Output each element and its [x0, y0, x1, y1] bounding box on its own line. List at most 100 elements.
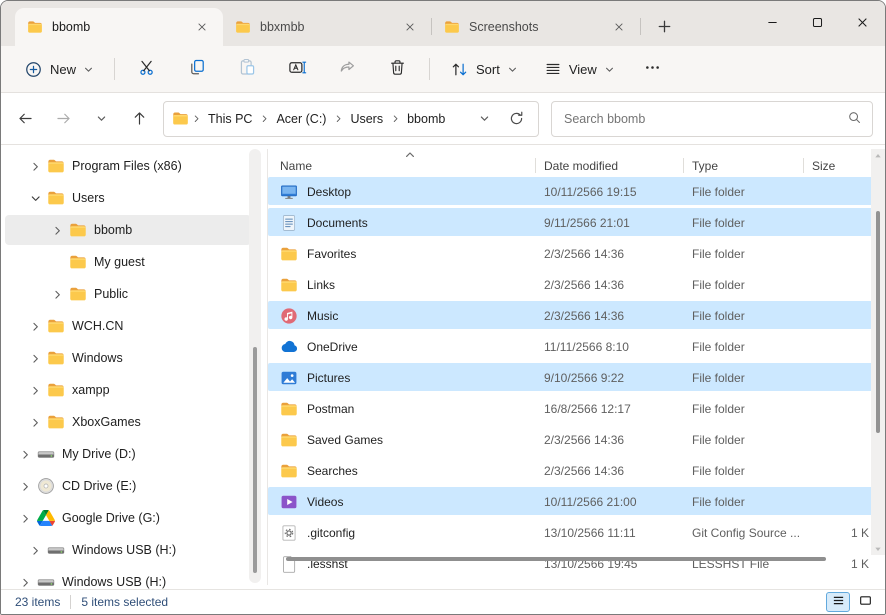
chevron-right-icon[interactable]: [17, 513, 33, 524]
plus-circle-icon: [24, 60, 43, 79]
breadcrumb-item-this-pc[interactable]: This PC: [201, 109, 259, 129]
file-row-links[interactable]: Links2/3/2566 14:36File folder: [268, 269, 885, 300]
sidebar-item-label: Windows USB (H:): [72, 543, 176, 557]
file-type: File folder: [684, 402, 804, 416]
recent-locations-button[interactable]: [83, 102, 119, 136]
file-type: File folder: [684, 278, 804, 292]
sidebar-scrollbar[interactable]: [249, 149, 261, 583]
refresh-button[interactable]: [502, 105, 530, 133]
chevron-right-icon[interactable]: [27, 161, 43, 172]
chevron-right-icon[interactable]: [27, 353, 43, 364]
chevron-right-icon[interactable]: [27, 417, 43, 428]
column-header-name[interactable]: Name: [268, 149, 536, 176]
chevron-right-icon[interactable]: [17, 577, 33, 588]
back-button[interactable]: [7, 102, 43, 136]
column-header-type[interactable]: Type: [684, 149, 804, 176]
delete-button[interactable]: [376, 51, 418, 87]
sidebar-item-xampp[interactable]: xampp: [5, 375, 251, 405]
file-row-videos[interactable]: Videos10/11/2566 21:00File folder: [268, 486, 885, 517]
sidebar-item-wch-cn[interactable]: WCH.CN: [5, 311, 251, 341]
sidebar-item-public[interactable]: Public: [5, 279, 251, 309]
file-type: File folder: [684, 371, 804, 385]
sidebar-item-windows[interactable]: Windows: [5, 343, 251, 373]
chevron-right-icon[interactable]: [17, 449, 33, 460]
up-button[interactable]: [121, 102, 157, 136]
chevron-right-icon[interactable]: [27, 321, 43, 332]
view-button[interactable]: View: [535, 51, 624, 87]
file-row-documents[interactable]: Documents9/11/2566 21:01File folder: [268, 207, 885, 238]
file-row-postman[interactable]: Postman16/8/2566 12:17File folder: [268, 393, 885, 424]
toolbar-divider: [114, 58, 115, 80]
see-more-button[interactable]: [632, 51, 674, 87]
sidebar-item-bbomb[interactable]: bbomb: [5, 215, 251, 245]
tab-bbxmbb[interactable]: bbxmbb: [223, 8, 431, 46]
file-row-onedrive[interactable]: OneDrive11/11/2566 8:10File folder: [268, 331, 885, 362]
new-button[interactable]: New: [15, 51, 103, 87]
file-row-searches[interactable]: Searches2/3/2566 14:36File folder: [268, 455, 885, 486]
file-type: File folder: [684, 309, 804, 323]
tab-close-icon[interactable]: [399, 16, 421, 38]
chevron-right-icon[interactable]: [49, 225, 65, 236]
file-type: File folder: [684, 464, 804, 478]
tab-close-icon[interactable]: [608, 16, 630, 38]
copy-button[interactable]: [176, 51, 218, 87]
forward-button[interactable]: [45, 102, 81, 136]
breadcrumb-chevron-icon: [259, 114, 269, 123]
file-row-music[interactable]: Music2/3/2566 14:36File folder: [268, 300, 885, 331]
column-separator[interactable]: [683, 158, 684, 173]
date-modified: 10/11/2566 21:00: [536, 495, 684, 509]
address-dropdown-button[interactable]: [470, 105, 498, 133]
close-button[interactable]: [840, 1, 885, 43]
tab-bbomb[interactable]: bbomb: [15, 8, 223, 46]
details-view-button[interactable]: [826, 592, 850, 612]
maximize-button[interactable]: [795, 1, 840, 43]
sidebar-item-my-guest[interactable]: My guest: [5, 247, 251, 277]
file-row-lesshst[interactable]: .lesshst13/10/2566 19:45LESSHST File1 K: [268, 548, 885, 579]
scroll-up-arrow[interactable]: [871, 149, 885, 162]
column-separator[interactable]: [535, 158, 536, 173]
address-bar[interactable]: This PC Acer (C:) Users bbomb: [163, 101, 539, 137]
column-header-date-modified[interactable]: Date modified: [536, 149, 684, 176]
chevron-down-icon: [83, 64, 94, 75]
share-button[interactable]: [326, 51, 368, 87]
sidebar-item-windows-usb-h[interactable]: Windows USB (H:): [5, 535, 251, 565]
paste-button[interactable]: [226, 51, 268, 87]
vertical-scrollbar-thumb[interactable]: [876, 211, 880, 433]
chevron-right-icon[interactable]: [49, 289, 65, 300]
file-row-pictures[interactable]: Pictures9/10/2566 9:22File folder: [268, 362, 885, 393]
sidebar-item-google-drive-g[interactable]: Google Drive (G:): [5, 503, 251, 533]
videos-icon: [280, 493, 298, 511]
chevron-down-icon[interactable]: [27, 193, 43, 204]
search-input[interactable]: [564, 112, 847, 126]
sort-button[interactable]: Sort: [441, 51, 527, 87]
sidebar-item-windows-usb-h[interactable]: Windows USB (H:): [5, 567, 251, 589]
sidebar-item-cd-drive-e[interactable]: CD Drive (E:): [5, 471, 251, 501]
column-separator[interactable]: [803, 158, 804, 173]
sidebar-scrollbar-thumb[interactable]: [253, 347, 257, 573]
file-row-favorites[interactable]: Favorites2/3/2566 14:36File folder: [268, 238, 885, 269]
file-row-gitconfig[interactable]: .gitconfig13/10/2566 11:11Git Config Sou…: [268, 517, 885, 548]
file-row-desktop[interactable]: Desktop10/11/2566 19:15File folder: [268, 176, 885, 207]
sidebar-item-program-files-x86[interactable]: Program Files (x86): [5, 151, 251, 181]
chevron-right-icon[interactable]: [17, 481, 33, 492]
minimize-button[interactable]: [750, 1, 795, 43]
chevron-right-icon[interactable]: [27, 545, 43, 556]
tab-close-icon[interactable]: [191, 16, 213, 38]
breadcrumb-item-bbomb[interactable]: bbomb: [400, 109, 452, 129]
sidebar-item-users[interactable]: Users: [5, 183, 251, 213]
breadcrumb-item-users[interactable]: Users: [343, 109, 390, 129]
rename-button[interactable]: [276, 51, 318, 87]
icons-view-button[interactable]: [853, 592, 877, 612]
breadcrumb-item-acer-c[interactable]: Acer (C:): [269, 109, 333, 129]
file-row-saved-games[interactable]: Saved Games2/3/2566 14:36File folder: [268, 424, 885, 455]
tab-screenshots[interactable]: Screenshots: [432, 8, 640, 46]
sidebar-item-my-drive-d[interactable]: My Drive (D:): [5, 439, 251, 469]
sidebar-item-xboxgames[interactable]: XboxGames: [5, 407, 251, 437]
horizontal-scrollbar[interactable]: [278, 555, 865, 563]
vertical-scrollbar[interactable]: [871, 149, 885, 555]
new-tab-button[interactable]: [649, 12, 679, 42]
scroll-down-arrow[interactable]: [871, 542, 885, 555]
horizontal-scrollbar-thumb[interactable]: [286, 557, 826, 561]
chevron-right-icon[interactable]: [27, 385, 43, 396]
cut-button[interactable]: [126, 51, 168, 87]
